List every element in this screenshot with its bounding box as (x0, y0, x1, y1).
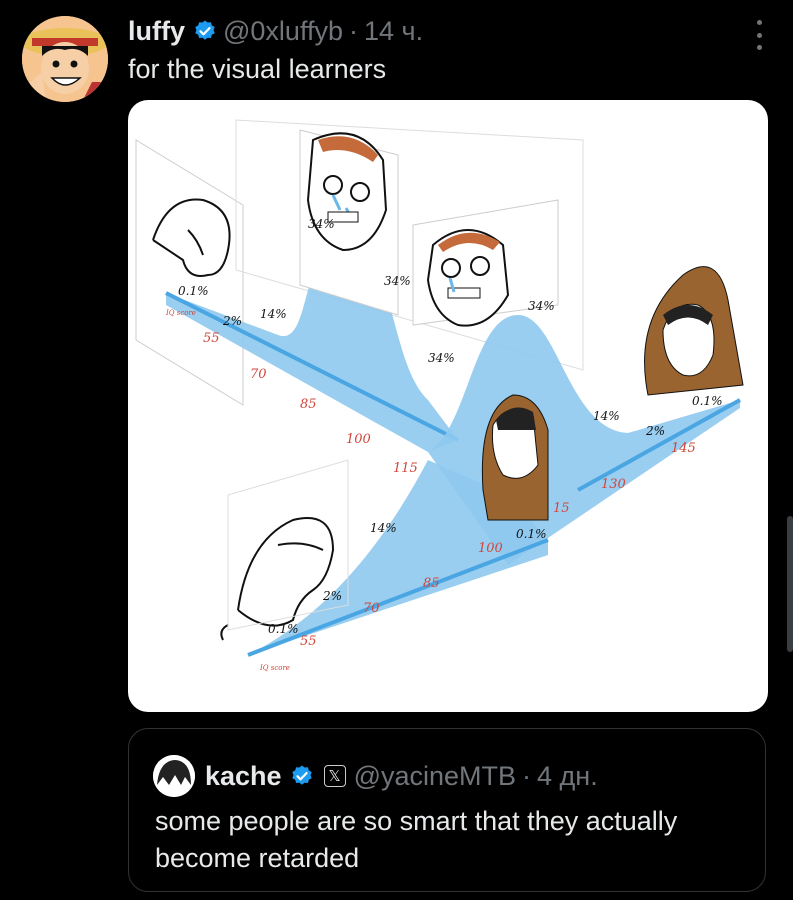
mid-pct-5: 0.1% (692, 394, 723, 408)
more-options-button[interactable] (755, 20, 763, 50)
mid-pct-4: 2% (645, 424, 665, 438)
author-name[interactable]: luffy (128, 16, 185, 47)
front-pct-3: 14% (370, 521, 397, 535)
mid-pct-3: 14% (593, 409, 620, 423)
back-iq-100: 100 (346, 432, 371, 447)
back-pct-4: 34% (308, 217, 335, 231)
avatar-straw-hat-icon (22, 16, 108, 102)
author-handle[interactable]: @0xluffyb (223, 16, 343, 47)
tweet-header: luffy @0xluffyb · 14 ч. (128, 14, 423, 48)
back-iq-85: 85 (300, 397, 317, 412)
front-pct-1: 0.1% (268, 622, 299, 636)
back-iq-title: IQ score (165, 309, 196, 317)
avatar-anime-icon (153, 755, 195, 797)
front-iq-70: 70 (363, 601, 380, 616)
tweet-text: for the visual learners (128, 54, 387, 84)
more-vertical-icon (756, 20, 762, 25)
separator-dot: · (348, 15, 358, 46)
mid-pct-1: 34% (428, 351, 455, 365)
separator-dot: · (522, 760, 532, 791)
mid-iq-130: 130 (601, 477, 626, 492)
x-affiliate-badge-icon: 𝕏 (323, 765, 346, 787)
back-iq-70: 70 (250, 367, 267, 382)
tweet-timestamp[interactable]: 14 ч. (364, 16, 423, 47)
back-iq-115: 115 (393, 461, 418, 476)
tweet-media-image[interactable]: 0.1% 2% 14% 34% 34% 34% 34% 14% 2% 0.1% … (128, 100, 768, 712)
mid-iq-145: 145 (671, 441, 696, 456)
quoted-tweet[interactable]: kache 𝕏 @yacineMTB · 4 дн. some people a… (128, 728, 766, 892)
bell-curve-meme: 0.1% 2% 14% 34% 34% 34% 34% 14% 2% 0.1% … (135, 119, 744, 672)
back-pct-1: 0.1% (178, 284, 209, 298)
quoted-tweet-timestamp[interactable]: 4 дн. (537, 761, 598, 792)
front-iq-15: 15 (553, 501, 570, 516)
scrollbar[interactable] (787, 516, 793, 652)
front-iq-100: 100 (478, 541, 503, 556)
author-avatar[interactable] (22, 16, 108, 102)
back-pct-3: 14% (260, 307, 287, 321)
verified-badge-icon (291, 765, 312, 785)
back-pct-5: 34% (384, 274, 411, 288)
front-pct-4: 0.1% (516, 527, 547, 541)
mid-pct-2: 34% (528, 299, 555, 313)
front-pct-2: 2% (322, 589, 342, 603)
front-iq-title: IQ score (259, 664, 290, 672)
back-pct-2: 2% (222, 314, 242, 328)
hooded-figure-right (644, 266, 744, 396)
quoted-tweet-header: kache 𝕏 @yacineMTB · 4 дн. (153, 755, 598, 797)
quoted-author-avatar[interactable] (153, 755, 195, 797)
quoted-author-handle[interactable]: @yacineMTB (354, 761, 516, 792)
quoted-author-name[interactable]: kache (205, 761, 282, 792)
quoted-tweet-text: some people are so smart that they actua… (155, 806, 678, 873)
front-iq-85: 85 (423, 576, 440, 591)
front-iq-55: 55 (300, 634, 317, 649)
verified-badge-icon (195, 20, 215, 40)
back-iq-55: 55 (203, 331, 220, 346)
